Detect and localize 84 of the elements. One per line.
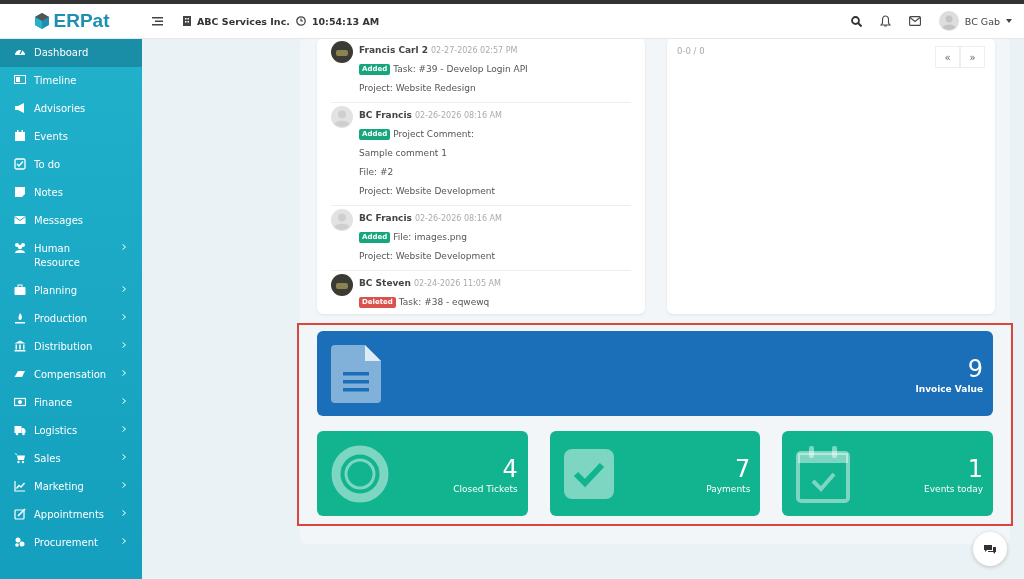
stat-label: Invoice Value [915, 383, 983, 394]
company-name: ABC Services Inc. [197, 15, 290, 27]
chat-button[interactable] [973, 532, 1007, 566]
activity-text: Task: #38 - eqwewq [398, 297, 490, 307]
flame-icon [14, 312, 26, 324]
sidebar-item[interactable]: Planning [0, 277, 142, 305]
sidebar-item[interactable]: Timeline [0, 67, 142, 95]
people-icon [14, 242, 26, 254]
sidebar-item[interactable]: Notes [0, 179, 142, 207]
author-name: BC Francis [359, 110, 412, 120]
lifebuoy-icon [331, 444, 389, 503]
avatar-photo-placeholder [331, 41, 353, 63]
activity-text: File: images.png [393, 232, 467, 242]
mail-icon[interactable] [908, 16, 921, 26]
sidebar-item[interactable]: Distribution [0, 333, 142, 361]
avatar-icon [331, 209, 353, 231]
sidebar-item[interactable]: Advisories [0, 95, 142, 123]
bank-icon [14, 340, 26, 352]
stat-value: 7 [735, 453, 751, 484]
timestamp: 02-26-2026 08:16 AM [414, 111, 502, 120]
cube-logo-icon [32, 12, 51, 30]
stat-label: Closed Tickets [453, 483, 518, 494]
sidebar-item[interactable]: Sales [0, 445, 142, 473]
sidebar-item[interactable]: Human Resource [0, 235, 142, 277]
edit-icon [14, 508, 26, 520]
calendar-icon [14, 130, 26, 142]
stat-value: 4 [502, 453, 518, 484]
avatar-icon [331, 106, 353, 128]
menu-icon[interactable] [152, 16, 163, 26]
author-name: BC Francis [359, 213, 412, 223]
sidebar-item[interactable]: Compensation [0, 361, 142, 389]
bell-icon[interactable] [879, 15, 891, 27]
line-chart-icon [14, 480, 26, 492]
previous-page-button[interactable]: « [935, 46, 960, 68]
truck-icon [14, 424, 26, 436]
timestamp: 02-24-2026 11:05 AM [413, 279, 501, 288]
caret-icon [1006, 19, 1012, 23]
sidebar-item[interactable]: Events [0, 123, 142, 151]
activity-text: Project Comment: [393, 129, 474, 139]
clock-icon [295, 16, 306, 26]
calendar-check-icon [796, 444, 851, 503]
activity-detail: Project: Website Redesign [359, 82, 477, 95]
cart-icon [14, 452, 26, 464]
timeline-card-icon [14, 74, 26, 86]
speech-bubbles-icon [983, 543, 997, 555]
sidebar-item[interactable]: Messages [0, 207, 142, 235]
sidebar-item[interactable]: Procurement [0, 529, 142, 557]
search-icon[interactable] [850, 15, 862, 27]
checkbox-icon [563, 448, 614, 499]
activity-detail: Sample comment 1 [359, 147, 448, 160]
sidebar-item[interactable]: Marketing [0, 473, 142, 501]
timestamp: 02-26-2026 08:16 AM [414, 214, 502, 223]
activity-text: Task: #39 - Develop Login API [393, 64, 528, 74]
checkbox-icon [14, 158, 26, 170]
clock-time: 10:54:13 AM [311, 15, 380, 27]
avatar-photo-placeholder [331, 274, 353, 296]
page-summary: 0-0 / 0 [677, 46, 705, 56]
document-icon [331, 344, 381, 403]
timestamp: 02-27-2026 02:57 PM [431, 46, 518, 55]
envelope-icon [14, 214, 26, 226]
activity-detail: Project: Website Development [359, 185, 496, 198]
next-page-button[interactable]: » [960, 46, 985, 68]
sidebar-item[interactable]: Dashboard [0, 39, 142, 67]
logo-text: ERPat [53, 10, 110, 32]
banknote-icon [14, 396, 26, 408]
stat-label: Events today [924, 483, 983, 494]
sidebar-item[interactable]: To do [0, 151, 142, 179]
stat-label: Payments [706, 483, 751, 494]
activity-detail: File: #2 [359, 166, 395, 179]
sidebar-item[interactable]: Finance [0, 389, 142, 417]
user-menu[interactable]: BC Gab [938, 11, 1012, 31]
author-name: Francis Carl 2 [359, 45, 428, 55]
sidebar-item[interactable]: Appointments [0, 501, 142, 529]
sidebar-item[interactable]: Production [0, 305, 142, 333]
sidebar-item[interactable]: Logistics [0, 417, 142, 445]
stat-value: 9 [967, 353, 983, 384]
building-icon [183, 16, 191, 26]
avatar-icon [938, 11, 959, 31]
megaphone-icon [14, 102, 26, 114]
briefcase-icon [14, 284, 26, 296]
stat-value: 1 [967, 453, 983, 484]
author-name: BC Steven [359, 278, 411, 288]
note-icon [14, 186, 26, 198]
activity-detail: Project: Website Development [359, 250, 496, 263]
